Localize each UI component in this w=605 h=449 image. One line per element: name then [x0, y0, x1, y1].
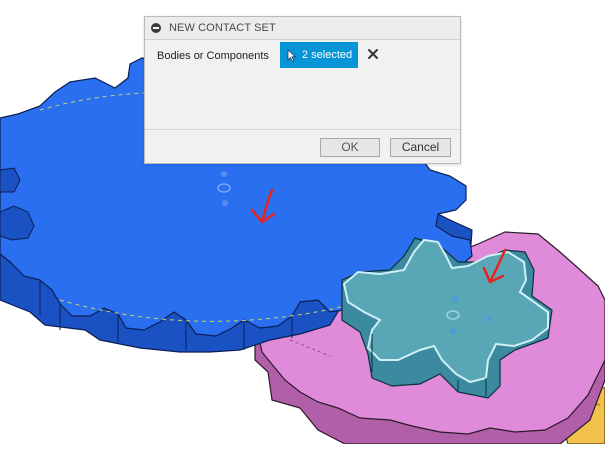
- ok-button[interactable]: OK: [320, 138, 380, 157]
- new-contact-set-dialog: NEW CONTACT SET Bodies or Components 2 s…: [144, 16, 461, 164]
- arrow-cursor-icon: [287, 49, 297, 62]
- minus-circle-icon[interactable]: [151, 23, 161, 33]
- dialog-header[interactable]: NEW CONTACT SET: [145, 17, 460, 40]
- selection-count-label: 2 selected: [302, 49, 353, 61]
- dialog-divider: [145, 129, 460, 130]
- bodies-or-components-label: Bodies or Components: [157, 50, 269, 62]
- cancel-button[interactable]: Cancel: [390, 138, 451, 157]
- dialog-title: NEW CONTACT SET: [169, 22, 276, 34]
- close-x-icon[interactable]: [367, 48, 379, 60]
- selection-button[interactable]: 2 selected: [280, 42, 358, 68]
